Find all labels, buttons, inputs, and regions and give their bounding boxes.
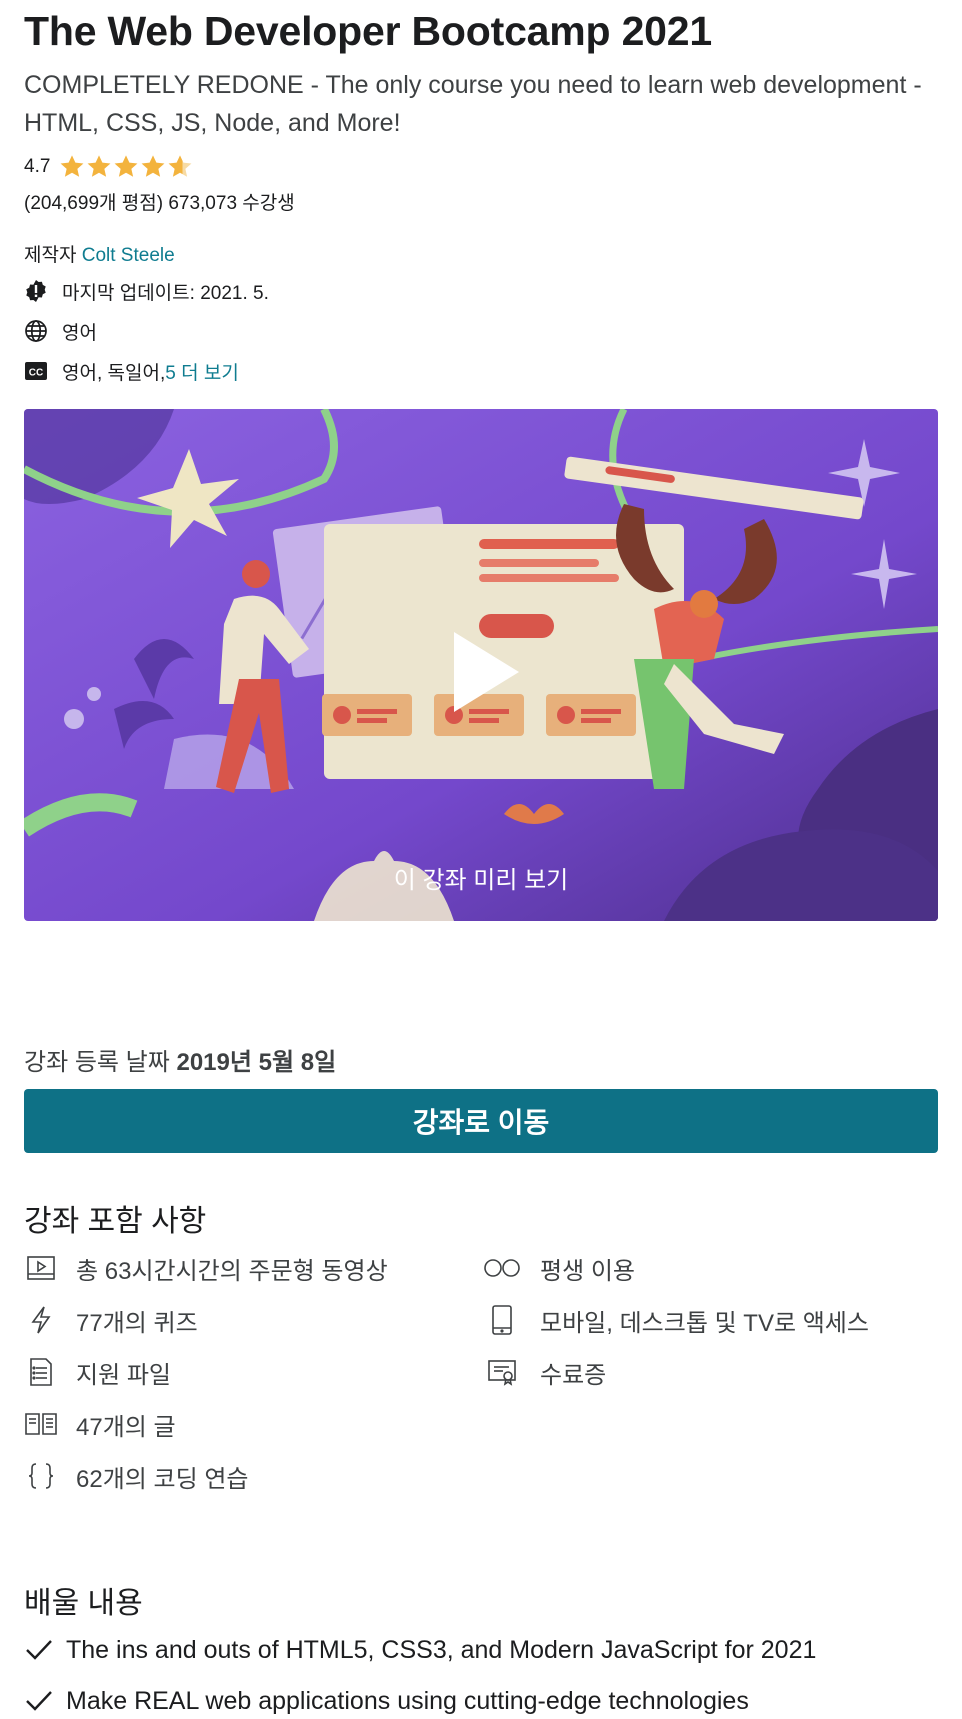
includes-heading: 강좌 포함 사항: [24, 1205, 207, 1238]
captions-more-link[interactable]: 5 더 보기: [165, 358, 239, 385]
course-title: The Web Developer Bootcamp 2021: [24, 8, 712, 54]
language-row: 영어: [24, 317, 97, 345]
course-subtitle: COMPLETELY REDONE - The only course you …: [24, 71, 922, 137]
star-icon: [141, 155, 165, 177]
half-star-icon: [168, 155, 192, 177]
creator-prefix: 제작자: [24, 245, 82, 266]
learn-item: Make REAL web applications using cutting…: [24, 1683, 749, 1719]
video-icon: [24, 1252, 58, 1284]
last-updated-text: 마지막 업데이트: 2021. 5.: [62, 282, 269, 304]
include-item-label: 모바일, 데스크톱 및 TV로 액세스: [540, 1309, 869, 1337]
language-text: 영어: [62, 322, 97, 344]
include-item-video: 총 63시간시간의 주문형 동영상: [24, 1250, 388, 1286]
rating-value: 4.7: [24, 156, 51, 177]
article-icon: [24, 1408, 58, 1440]
lightning-icon: [24, 1304, 58, 1336]
include-item-label: 62개의 코딩 연습: [76, 1465, 249, 1493]
include-item-articles: 47개의 글: [24, 1406, 388, 1442]
file-list-icon: [24, 1356, 58, 1388]
include-item-mobile: 모바일, 데스크톱 및 TV로 액세스: [482, 1302, 869, 1338]
include-item-certificate: 수료증: [482, 1354, 869, 1390]
preview-illustration: [24, 409, 938, 921]
include-item-label: 평생 이용: [540, 1257, 635, 1285]
rating-row: 4.7: [24, 152, 193, 182]
learn-item-text: The ins and outs of HTML5, CSS3, and Mod…: [66, 1635, 817, 1664]
includes-right-list: 평생 이용 모바일, 데스크톱 및 TV로 액세스 수료증: [482, 1250, 869, 1390]
include-item-label: 47개의 글: [76, 1413, 176, 1441]
creator: 제작자 Colt Steele: [24, 240, 175, 267]
rating-stars: [58, 153, 193, 181]
course-preview-video[interactable]: [24, 409, 938, 921]
svg-text:CC: CC: [29, 368, 43, 379]
include-item-coding: 62개의 코딩 연습: [24, 1458, 388, 1494]
learn-item-text: Make REAL web applications using cutting…: [66, 1686, 749, 1715]
alert-badge-icon: [24, 279, 48, 303]
check-icon: [24, 1635, 54, 1665]
infinity-icon: [482, 1252, 522, 1284]
include-item-label: 지원 파일: [76, 1361, 171, 1389]
include-item-quizzes: 77개의 퀴즈: [24, 1302, 388, 1338]
go-to-course-button[interactable]: 강좌로 이동: [24, 1089, 938, 1153]
include-item-files: 지원 파일: [24, 1354, 388, 1390]
captions-row: CC 영어, 독일어, 5 더 보기: [24, 357, 239, 385]
preview-label: 이 강좌 미리 보기: [393, 867, 569, 894]
closed-captions-icon: CC: [24, 359, 48, 383]
include-item-label: 수료증: [540, 1361, 607, 1389]
creator-link[interactable]: Colt Steele: [82, 245, 175, 266]
mobile-icon: [482, 1304, 522, 1336]
rating-and-student-counts: (204,699개 평점) 673,073 수강생: [24, 193, 295, 214]
enrollment-prefix: 강좌 등록 날짜: [24, 1049, 177, 1076]
learn-item: The ins and outs of HTML5, CSS3, and Mod…: [24, 1632, 816, 1668]
enrollment-date-value: 2019년 5월 8일: [176, 1049, 337, 1076]
includes-left-list: 총 63시간시간의 주문형 동영상 77개의 퀴즈 지원 파일 47개의 글 6…: [24, 1250, 388, 1494]
certificate-icon: [482, 1356, 522, 1388]
enrollment-date: 강좌 등록 날짜 2019년 5월 8일: [24, 1042, 336, 1077]
check-icon: [24, 1686, 54, 1716]
last-updated-row: 마지막 업데이트: 2021. 5.: [24, 277, 269, 305]
include-item-label: 77개의 퀴즈: [76, 1309, 198, 1337]
star-icon: [87, 155, 111, 177]
globe-icon: [24, 319, 48, 343]
star-icon: [114, 155, 138, 177]
code-braces-icon: [24, 1460, 58, 1492]
include-item-label: 총 63시간시간의 주문형 동영상: [76, 1257, 388, 1285]
include-item-lifetime: 평생 이용: [482, 1250, 869, 1286]
learn-heading: 배울 내용: [24, 1587, 143, 1620]
star-icon: [60, 155, 84, 177]
captions-text: 영어, 독일어,: [62, 362, 166, 384]
